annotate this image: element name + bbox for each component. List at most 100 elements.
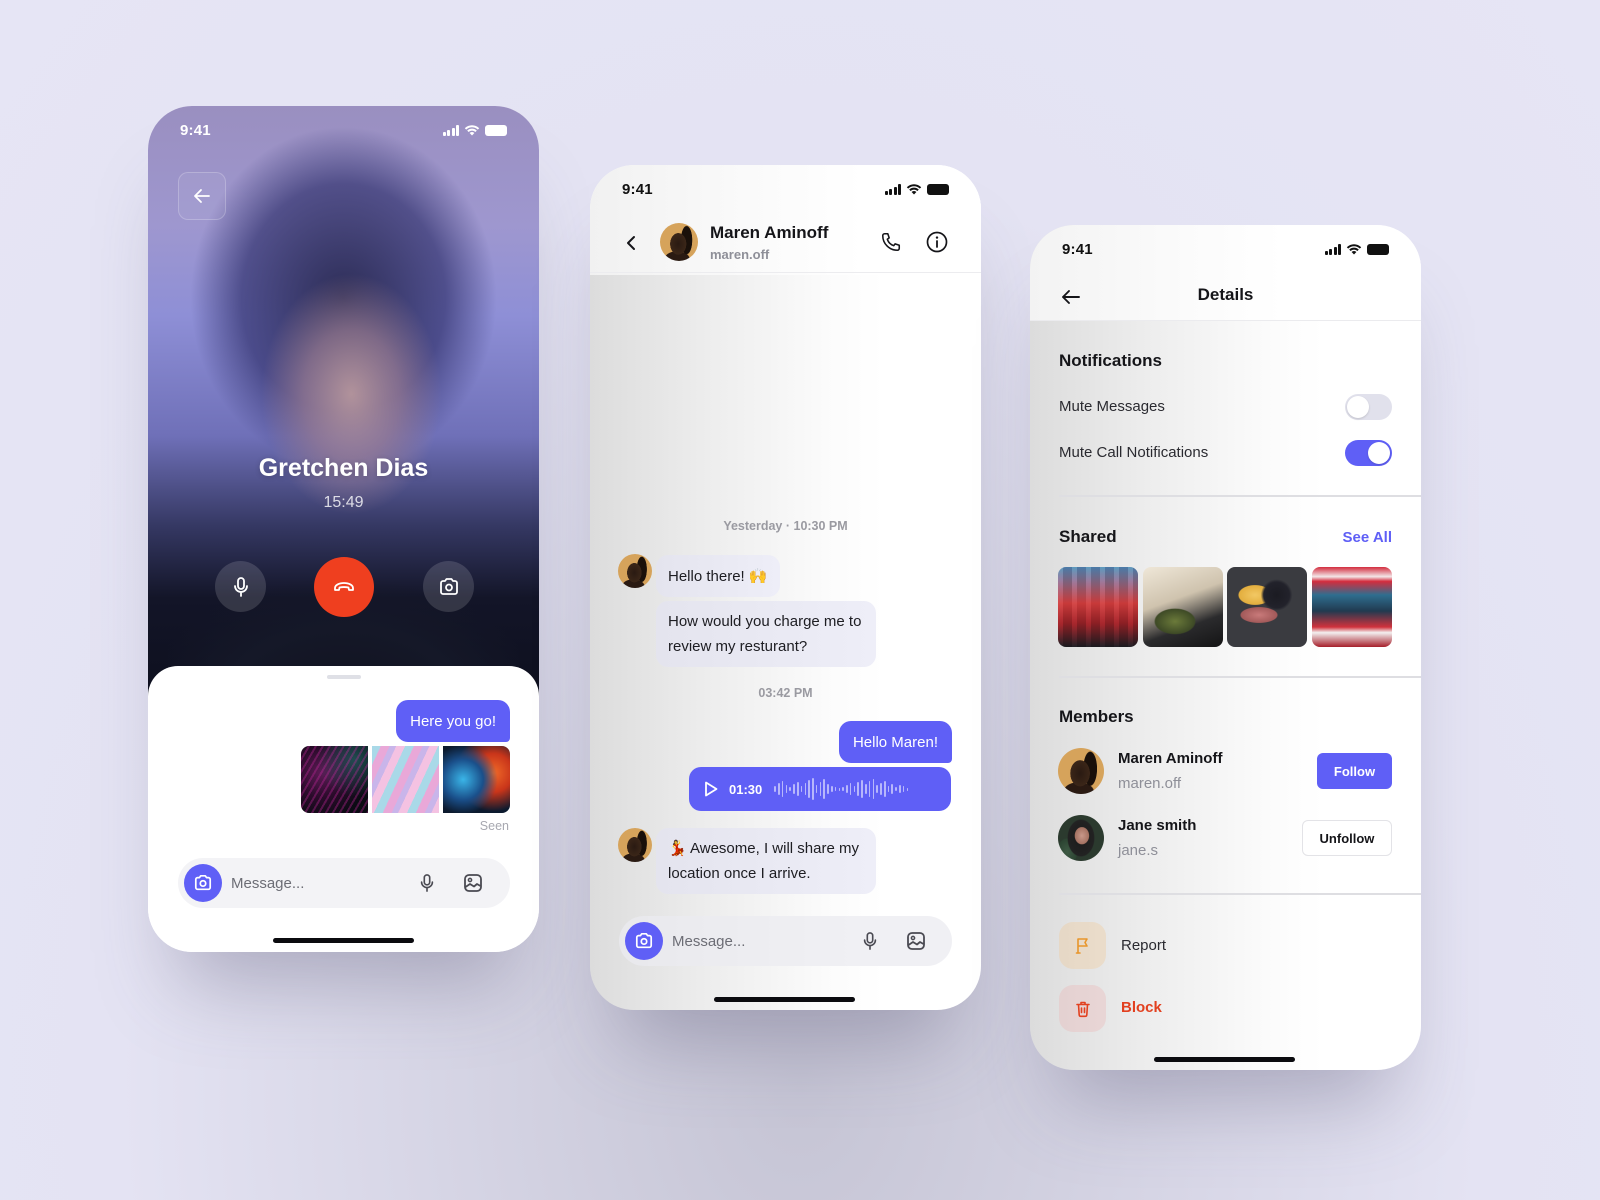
back-button[interactable] bbox=[178, 172, 226, 220]
details-screen-phone: 9:41 Details Notifications Mute Messages… bbox=[1030, 225, 1421, 1070]
sheet-drag-handle[interactable] bbox=[327, 675, 361, 679]
waveform-bar bbox=[789, 787, 791, 791]
block-icon-tile[interactable] bbox=[1059, 985, 1106, 1032]
waveform-bar bbox=[774, 786, 776, 792]
message-timestamp: 03:42 PM bbox=[758, 686, 813, 700]
phone-icon bbox=[881, 232, 901, 252]
contact-avatar[interactable] bbox=[660, 223, 698, 261]
flag-icon bbox=[1075, 937, 1088, 954]
member-avatar[interactable] bbox=[1058, 815, 1104, 861]
voice-call-button[interactable] bbox=[876, 227, 906, 257]
incoming-message: 💃 Awesome, I will share my location once… bbox=[656, 828, 876, 894]
waveform-bar bbox=[846, 785, 848, 793]
shared-media-item[interactable] bbox=[1312, 567, 1392, 647]
camera-toggle-button[interactable] bbox=[423, 561, 474, 612]
incoming-message: Hello there! 🙌 bbox=[656, 555, 780, 597]
status-bar: 9:41 bbox=[148, 106, 539, 154]
shared-image[interactable] bbox=[443, 746, 510, 813]
contact-username: maren.off bbox=[710, 247, 770, 262]
shared-media-item[interactable] bbox=[1058, 567, 1138, 647]
microphone-icon bbox=[233, 576, 248, 597]
message-input[interactable] bbox=[672, 932, 842, 950]
back-button[interactable] bbox=[616, 228, 646, 258]
voice-record-button[interactable] bbox=[858, 929, 882, 953]
mute-messages-toggle[interactable] bbox=[1345, 394, 1392, 420]
waveform-bar bbox=[857, 782, 860, 796]
waveform-bar bbox=[849, 783, 852, 795]
battery-icon bbox=[1367, 243, 1389, 255]
info-button[interactable] bbox=[922, 227, 952, 257]
outgoing-message: Here you go! bbox=[396, 700, 510, 742]
shared-media-item[interactable] bbox=[1227, 567, 1307, 647]
message-timestamp: Yesterday · 10:30 PM bbox=[723, 519, 848, 533]
shared-media-item[interactable] bbox=[1143, 567, 1223, 647]
member-username: maren.off bbox=[1118, 775, 1182, 792]
message-composer bbox=[619, 916, 952, 966]
message-input[interactable] bbox=[231, 874, 401, 892]
waveform-bar bbox=[902, 786, 905, 792]
caller-name: Gretchen Dias bbox=[258, 454, 429, 482]
microphone-icon bbox=[420, 874, 434, 892]
gallery-button[interactable] bbox=[461, 871, 485, 895]
sender-avatar[interactable] bbox=[618, 554, 652, 588]
play-icon[interactable] bbox=[703, 780, 719, 798]
toggle-knob bbox=[1368, 442, 1390, 464]
waveform-bar bbox=[827, 784, 829, 794]
image-icon bbox=[464, 874, 482, 892]
trash-icon bbox=[1075, 1001, 1090, 1017]
waveform-bar bbox=[838, 787, 841, 791]
outgoing-message: Hello Maren! bbox=[838, 721, 952, 763]
member-avatar[interactable] bbox=[1058, 748, 1104, 794]
home-indicator bbox=[714, 997, 855, 1002]
camera-icon bbox=[635, 932, 653, 949]
wifi-icon bbox=[906, 184, 922, 195]
call-duration: 15:49 bbox=[323, 494, 364, 511]
page-title: Details bbox=[1197, 285, 1254, 304]
section-title-members: Members bbox=[1059, 707, 1134, 726]
waveform-bar bbox=[815, 785, 818, 793]
end-call-button[interactable] bbox=[314, 557, 374, 617]
waveform-bar bbox=[781, 781, 784, 797]
see-all-link[interactable]: See All bbox=[1343, 529, 1392, 546]
contact-name: Maren Aminoff bbox=[710, 223, 829, 242]
gallery-button[interactable] bbox=[904, 929, 928, 953]
wifi-icon bbox=[1346, 244, 1362, 255]
shared-image[interactable] bbox=[301, 746, 368, 813]
camera-button[interactable] bbox=[184, 864, 222, 902]
report-icon-tile[interactable] bbox=[1059, 922, 1106, 969]
waveform-bar bbox=[793, 784, 795, 794]
waveform-bar bbox=[891, 784, 894, 794]
voice-duration: 01:30 bbox=[729, 781, 763, 797]
waveform-bar bbox=[800, 786, 803, 792]
chat-screen-phone: 9:41 9:41 Maren Aminoff maren.off Yester… bbox=[590, 165, 981, 1010]
section-title-shared: Shared bbox=[1059, 527, 1117, 546]
block-action[interactable]: Block bbox=[1121, 999, 1162, 1016]
follow-button[interactable]: Follow bbox=[1317, 753, 1392, 789]
voice-waveform[interactable] bbox=[774, 774, 909, 804]
signal-icon bbox=[442, 124, 459, 136]
waveform-bar bbox=[872, 779, 875, 799]
status-time: 9:41 bbox=[622, 180, 653, 198]
image-icon bbox=[907, 932, 925, 950]
waveform-bar bbox=[823, 779, 825, 799]
phone-hangup-icon bbox=[334, 582, 354, 591]
battery-icon bbox=[927, 183, 949, 195]
voice-record-button[interactable] bbox=[415, 871, 439, 895]
waveform-bar bbox=[778, 783, 780, 795]
unfollow-button[interactable]: Unfollow bbox=[1302, 820, 1392, 856]
chat-header: Maren Aminoff maren.off bbox=[590, 213, 981, 273]
status-time: 9:41 bbox=[1062, 240, 1093, 258]
shared-image[interactable] bbox=[372, 746, 439, 813]
sender-avatar[interactable] bbox=[618, 828, 652, 862]
status-bar: 9:41 bbox=[1030, 225, 1421, 273]
mute-button[interactable] bbox=[215, 561, 266, 612]
camera-button[interactable] bbox=[625, 922, 663, 960]
mute-calls-toggle[interactable] bbox=[1345, 440, 1392, 466]
signal-icon bbox=[884, 183, 901, 195]
waveform-bar bbox=[804, 783, 807, 795]
waveform-bar bbox=[812, 778, 814, 800]
status-time: 9:41 bbox=[180, 121, 211, 139]
waveform-bar bbox=[861, 780, 863, 798]
info-icon bbox=[926, 231, 948, 253]
report-action[interactable]: Report bbox=[1121, 937, 1166, 954]
